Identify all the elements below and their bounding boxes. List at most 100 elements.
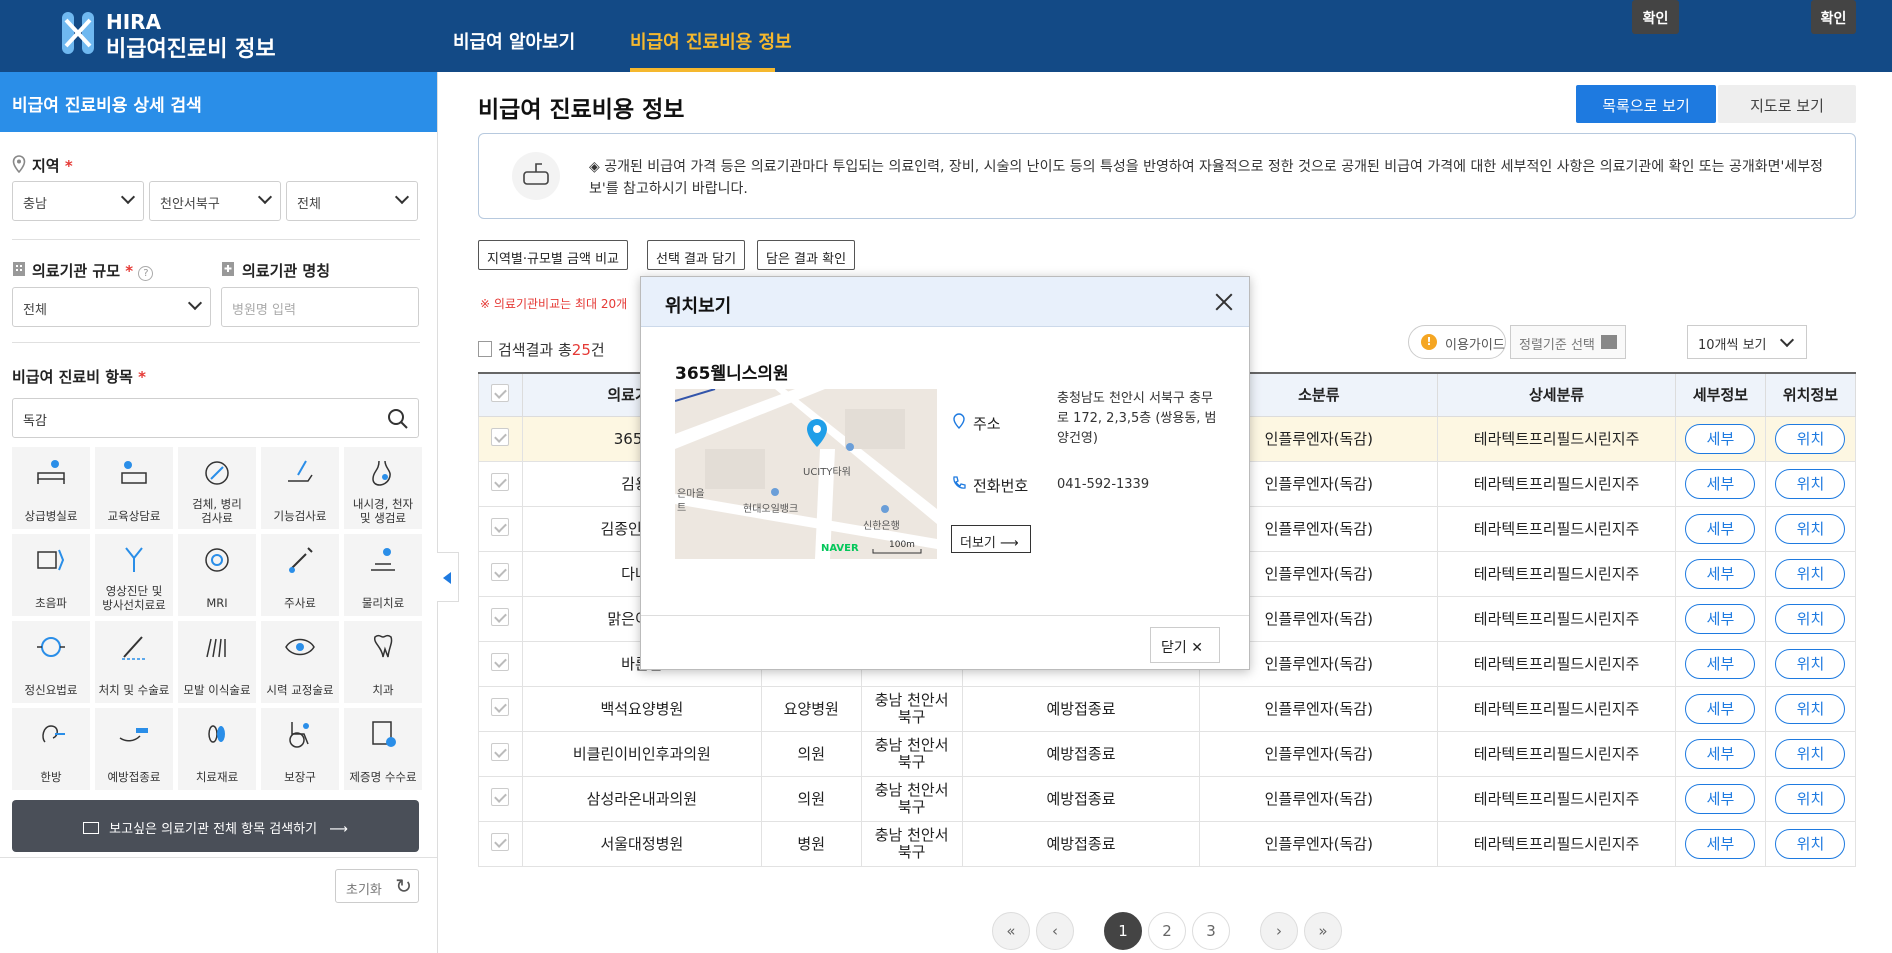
detail-button[interactable]: 세부 [1685, 783, 1756, 814]
category-material[interactable]: 치료재료 [178, 708, 256, 790]
add-selection-button[interactable]: 선택 결과 담기 [647, 240, 746, 270]
category-dental[interactable]: 치과 [344, 621, 422, 703]
hospital-name[interactable]: 서울대정병원 [521, 820, 762, 867]
category-certificate[interactable]: 제증명 수수료 [344, 708, 422, 790]
detail-category: 테라텍트프리필드시린지주 [1437, 730, 1676, 777]
category-education[interactable]: 교육상담료 [95, 447, 173, 529]
hospital-name[interactable]: 비클린이비인후과의원 [521, 730, 762, 777]
category-assistive[interactable]: 보장구 [261, 708, 339, 790]
table-row[interactable]: 삼성라온내과의원 의원 충남 천안서 북구 예방접종료 인플루엔자(독감) 테라텍트프리필드… [478, 775, 1857, 822]
detail-button[interactable]: 세부 [1685, 648, 1756, 679]
nav-cost-info[interactable]: 비급여 진료비용 정보 [630, 28, 792, 54]
search-all-items-button[interactable]: 보고싶은 의료기관 전체 항목 검색하기 ⟶ [12, 800, 419, 852]
help-icon[interactable]: ? [138, 266, 154, 281]
close-icon: ✕ [1191, 640, 1203, 656]
sidebar-collapse-toggle[interactable] [437, 552, 459, 602]
location-button[interactable]: 위치 [1775, 648, 1846, 679]
region-district-select[interactable]: 전체 [286, 181, 418, 221]
item-search-input[interactable]: 독감 [12, 398, 419, 438]
detail-category: 테라텍트프리필드시린지주 [1437, 415, 1676, 462]
per-page-confirm-button[interactable]: 확인 [1811, 0, 1856, 34]
location-button[interactable]: 위치 [1775, 828, 1846, 859]
page-2[interactable]: 2 [1148, 912, 1186, 950]
table-row[interactable]: 비클린이비인후과의원 의원 충남 천안서 북구 예방접종료 인플루엔자(독감) 테라텍트프리… [478, 730, 1857, 777]
region-province-select[interactable]: 충남 [12, 181, 144, 221]
location-button[interactable]: 위치 [1775, 693, 1846, 724]
sort-select[interactable]: 정렬기준 선택 [1510, 325, 1626, 359]
scale-select[interactable]: 전체 [12, 287, 211, 327]
usage-guide-button[interactable]: 이용가이드 [1408, 325, 1506, 359]
search-icon[interactable] [387, 408, 409, 430]
table-row[interactable]: 백석요양병원 요양병원 충남 천안서 북구 예방접종료 인플루엔자(독감) 테라텍트프리필드… [478, 685, 1857, 732]
location-button[interactable]: 위치 [1775, 423, 1846, 454]
microscope-icon [205, 461, 229, 485]
region-city-select[interactable]: 천안서북구 [149, 181, 281, 221]
close-icon[interactable] [1213, 291, 1235, 313]
category-surgery[interactable]: 처치 및 수술료 [95, 621, 173, 703]
hospital-name[interactable]: 삼성라온내과의원 [521, 775, 762, 822]
detail-button[interactable]: 세부 [1685, 693, 1756, 724]
page-3[interactable]: 3 [1192, 912, 1230, 950]
logo-subtitle[interactable]: 비급여진료비 정보 [106, 31, 276, 63]
row-checkbox[interactable] [491, 607, 510, 626]
category-ultrasound[interactable]: 초음파 [12, 534, 90, 616]
row-checkbox[interactable] [491, 652, 510, 671]
first-page-button[interactable]: « [992, 912, 1030, 950]
category-endoscopy[interactable]: 내시경, 천자 및 생검료 [344, 447, 422, 529]
row-checkbox[interactable] [491, 517, 510, 536]
row-checkbox[interactable] [491, 742, 510, 761]
detail-button[interactable]: 세부 [1685, 603, 1756, 634]
detail-button[interactable]: 세부 [1685, 738, 1756, 769]
location-button[interactable]: 위치 [1775, 513, 1846, 544]
row-checkbox[interactable] [491, 787, 510, 806]
tab-list-view[interactable]: 목록으로 보기 [1576, 85, 1716, 123]
more-button[interactable]: 더보기 ⟶ [951, 525, 1031, 553]
category-psychotherapy[interactable]: 정신요법료 [12, 621, 90, 703]
reset-button[interactable]: 초기화 ↻ [335, 869, 419, 903]
row-checkbox[interactable] [491, 427, 510, 446]
detail-button[interactable]: 세부 [1685, 513, 1756, 544]
last-page-button[interactable]: » [1304, 912, 1342, 950]
select-all-checkbox[interactable] [491, 383, 510, 402]
category-private-room[interactable]: 상급병실료 [12, 447, 90, 529]
view-saved-button[interactable]: 담은 결과 확인 [757, 240, 856, 270]
category-injection[interactable]: 주사료 [261, 534, 339, 616]
next-page-button[interactable]: › [1260, 912, 1298, 950]
row-checkbox[interactable] [491, 832, 510, 851]
category-imaging[interactable]: 영상진단 및 방사선치료료 [95, 534, 173, 616]
category-hair-transplant[interactable]: 모발 이식술료 [178, 621, 256, 703]
sort-confirm-button[interactable]: 확인 [1632, 0, 1679, 34]
location-pin-icon [953, 413, 965, 429]
category-oriental[interactable]: 한방 [12, 708, 90, 790]
tab-map-view[interactable]: 지도로 보기 [1718, 85, 1856, 123]
detail-button[interactable]: 세부 [1685, 828, 1756, 859]
prev-page-button[interactable]: ‹ [1036, 912, 1074, 950]
per-page-select[interactable]: 10개씩 보기 [1687, 325, 1807, 359]
hira-logo-icon[interactable] [58, 8, 98, 58]
close-button[interactable]: 닫기 ✕ [1150, 627, 1220, 663]
region-scale-compare-button[interactable]: 지역별·규모별 금액 비교 [478, 240, 628, 270]
location-button[interactable]: 위치 [1775, 603, 1846, 634]
location-button[interactable]: 위치 [1775, 468, 1846, 499]
detail-button[interactable]: 세부 [1685, 558, 1756, 589]
category-specimen[interactable]: 검체, 병리 검사료 [178, 447, 256, 529]
row-checkbox[interactable] [491, 562, 510, 581]
location-button[interactable]: 위치 [1775, 738, 1846, 769]
hospital-name-input[interactable]: 병원명 입력 [221, 287, 419, 327]
category-mri[interactable]: MRI [178, 534, 256, 616]
category-function-test[interactable]: 기능검사료 [261, 447, 339, 529]
detail-button[interactable]: 세부 [1685, 423, 1756, 454]
location-button[interactable]: 위치 [1775, 558, 1846, 589]
nav-about[interactable]: 비급여 알아보기 [453, 28, 575, 54]
hospital-name[interactable]: 백석요양병원 [521, 685, 762, 732]
detail-button[interactable]: 세부 [1685, 468, 1756, 499]
table-row[interactable]: 서울대정병원 병원 충남 천안서 북구 예방접종료 인플루엔자(독감) 테라텍트프리필드시린… [478, 820, 1857, 867]
category-vaccination[interactable]: 예방접종료 [95, 708, 173, 790]
category-vision[interactable]: 시력 교정술료 [261, 621, 339, 703]
category-physical-therapy[interactable]: 물리치료 [344, 534, 422, 616]
map-view[interactable]: UCITY타워 현대오일뱅크 신한은행 은마을 트 NAVER 100m [675, 389, 937, 559]
page-1[interactable]: 1 [1104, 912, 1142, 950]
row-checkbox[interactable] [491, 697, 510, 716]
row-checkbox[interactable] [491, 472, 510, 491]
location-button[interactable]: 위치 [1775, 783, 1846, 814]
